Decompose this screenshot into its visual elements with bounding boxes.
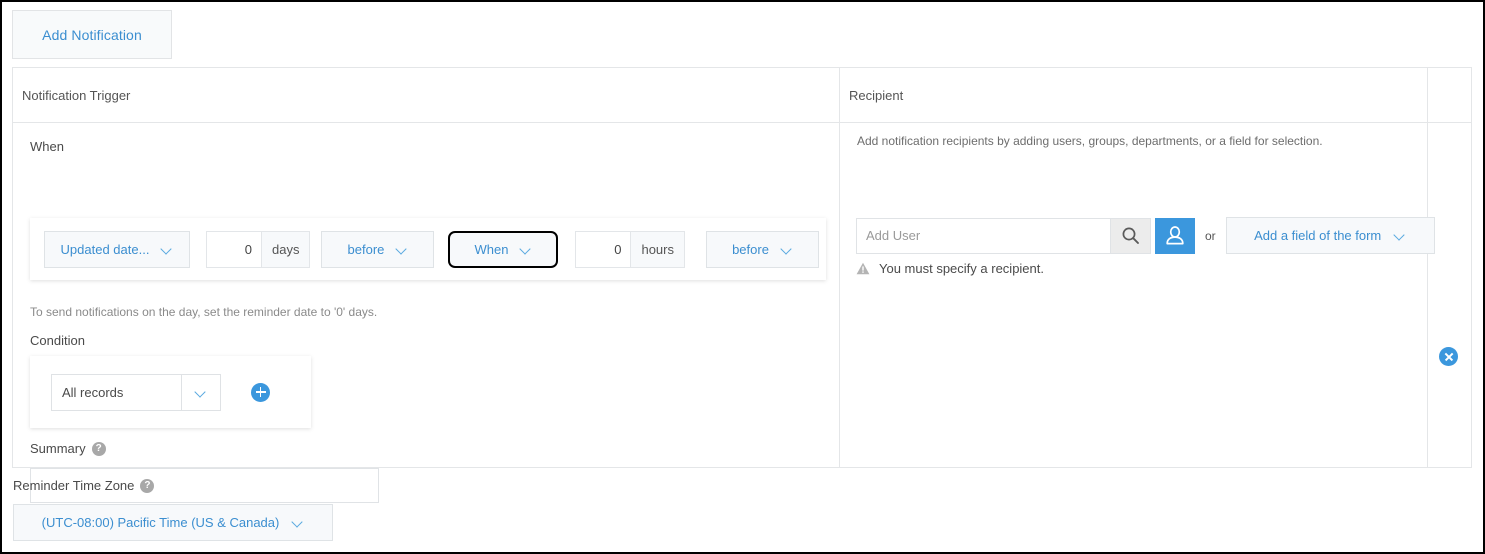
tab-strip: Add Notification (12, 10, 172, 59)
condition-select-arrow[interactable] (181, 375, 220, 410)
timezone-label: Reminder Time Zone (13, 478, 134, 493)
days-unit-label: days (262, 231, 310, 268)
condition-panel: All records (30, 356, 311, 428)
field-of-form-select-value: Add a field of the form (1254, 228, 1381, 243)
timezone-select[interactable]: (UTC-08:00) Pacific Time (US & Canada) (13, 504, 333, 541)
recipient-cell: Add notification recipients by adding us… (840, 123, 1428, 468)
chevron-down-icon (293, 517, 304, 528)
notification-grid: Notification Trigger Recipient When Upda… (12, 67, 1472, 468)
column-header-recipient-label: Recipient (840, 68, 1427, 103)
days-offset-select[interactable]: before (321, 231, 434, 268)
grid-header-trigger: Notification Trigger (13, 68, 840, 122)
field-of-form-select[interactable]: Add a field of the form (1226, 217, 1435, 254)
days-stepper: days (206, 231, 310, 268)
delete-notification-button[interactable] (1439, 347, 1458, 366)
chevron-down-icon (162, 244, 173, 255)
grid-header-actions (1428, 68, 1470, 122)
tab-add-notification[interactable]: Add Notification (12, 10, 172, 59)
chevron-down-icon (1395, 230, 1406, 241)
add-user-input[interactable] (856, 218, 1110, 254)
tab-label: Add Notification (42, 27, 142, 43)
recipient-description: Add notification recipients by adding us… (857, 134, 1323, 148)
chevron-down-icon (782, 244, 793, 255)
when-panel: Updated date... days before When (30, 218, 826, 280)
summary-label: Summary (30, 441, 86, 456)
chevron-down-icon (397, 244, 408, 255)
help-icon[interactable]: ? (92, 442, 106, 456)
date-field-select-value: Updated date... (61, 242, 150, 257)
days-input[interactable] (206, 231, 262, 268)
timezone-label-group: Reminder Time Zone ? (13, 478, 154, 493)
summary-label-group: Summary ? (30, 441, 106, 456)
trigger-cell: When Updated date... days before (13, 123, 840, 468)
grid-header-row: Notification Trigger Recipient (13, 68, 1471, 123)
timezone-select-value: (UTC-08:00) Pacific Time (US & Canada) (42, 515, 280, 530)
date-field-select[interactable]: Updated date... (44, 231, 190, 268)
when-label: When (30, 139, 64, 154)
recipient-warning: You must specify a recipient. (856, 261, 1044, 276)
or-label: or (1205, 229, 1216, 243)
hours-unit-label: hours (631, 231, 685, 268)
hours-stepper: hours (575, 231, 685, 268)
chevron-down-icon (196, 387, 207, 398)
search-icon[interactable] (1110, 218, 1151, 254)
add-condition-button[interactable] (251, 383, 270, 402)
column-header-trigger-label: Notification Trigger (13, 68, 839, 103)
when-select[interactable]: When (448, 231, 558, 268)
reminder-hint-text: To send notifications on the day, set th… (30, 305, 377, 319)
chevron-down-icon (521, 244, 532, 255)
warning-icon (856, 262, 870, 275)
condition-select-value: All records (52, 375, 181, 410)
help-icon[interactable]: ? (140, 479, 154, 493)
person-icon[interactable] (1155, 218, 1195, 254)
condition-label: Condition (30, 333, 85, 348)
when-select-value: When (474, 242, 508, 257)
hours-input[interactable] (575, 231, 631, 268)
hours-offset-select-value: before (732, 242, 769, 257)
hours-offset-select[interactable]: before (706, 231, 819, 268)
grid-body-row: When Updated date... days before (13, 123, 1471, 468)
days-offset-select-value: before (348, 242, 385, 257)
actions-cell (1428, 123, 1470, 468)
app-window: Add Notification Notification Trigger Re… (0, 0, 1485, 554)
grid-header-recipient: Recipient (840, 68, 1428, 122)
condition-select[interactable]: All records (51, 374, 221, 411)
recipient-controls: or Add a field of the form (856, 217, 1435, 254)
recipient-warning-text: You must specify a recipient. (879, 261, 1044, 276)
